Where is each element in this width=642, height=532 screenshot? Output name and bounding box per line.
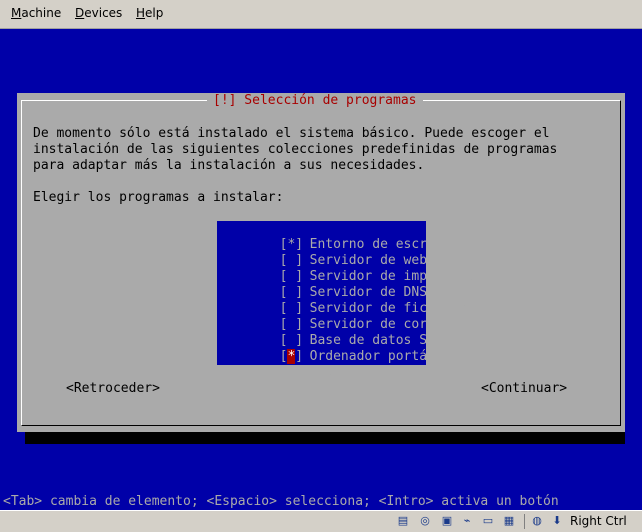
list-item[interactable]: [*] Ordenador portátil — [217, 333, 451, 364]
statusbar-divider — [524, 514, 525, 529]
list-item[interactable]: [ ] Servidor de correo — [217, 301, 451, 332]
network-icon[interactable]: ▦ — [502, 514, 516, 528]
description-line-3: para adaptar más la instalación a sus ne… — [33, 158, 425, 173]
menu-devices[interactable]: Devices — [75, 6, 122, 20]
help-line: <Tab> cambia de elemento; <Espacio> sele… — [3, 494, 559, 509]
continue-button[interactable]: <Continuar> — [481, 381, 567, 397]
list-item[interactable]: [*] Entorno de escritorio — [217, 221, 474, 252]
description-line-2: instalación de las siguientes coleccione… — [33, 142, 558, 157]
menu-machine[interactable]: Machine — [11, 6, 61, 20]
list-item[interactable]: [ ] Servidor de web — [217, 237, 427, 268]
status-bar: ▤ ◎ ▣ ⌁ ▭ ▦ ◍ ⬇ Right Ctrl — [0, 510, 642, 532]
usb-icon[interactable]: ⌁ — [460, 514, 474, 528]
description-line-1: De momento sólo está instalado el sistem… — [33, 126, 550, 141]
software-list: [*] Entorno de escritorio [ ] Servidor de … — [217, 221, 482, 380]
mouse-integration-icon[interactable]: ◍ — [530, 514, 544, 528]
cd-icon[interactable]: ◎ — [418, 514, 432, 528]
list-item[interactable]: [ ] Base de datos SQL — [217, 317, 443, 348]
list-item[interactable]: [ ] Servidor de DNS — [217, 269, 427, 300]
selection-prompt: Elegir los programas a instalar: — [33, 190, 284, 205]
host-key-label: Right Ctrl — [570, 514, 627, 528]
list-item[interactable]: [ ] Servidor de ficheros — [217, 285, 467, 316]
list-item[interactable]: [ ] Servidor de impresoras — [217, 253, 482, 284]
hard-disk-icon[interactable]: ▤ — [396, 514, 410, 528]
keyboard-capture-icon[interactable]: ⬇ — [550, 514, 564, 528]
shared-folder-icon[interactable]: ▭ — [481, 514, 495, 528]
checkbox[interactable]: [*] — [280, 365, 310, 381]
back-button[interactable]: <Retroceder> — [66, 381, 160, 397]
software-selection-dialog: [!] Selección de programas De momento só… — [17, 93, 625, 432]
list-item-label: Sistema estándar — [309, 365, 435, 380]
vm-console[interactable]: [!] Selección de programas De momento só… — [0, 29, 642, 510]
menu-help[interactable]: Help — [136, 6, 163, 20]
menu-bar: Machine Devices Help — [0, 0, 642, 29]
list-item[interactable]: [*] Sistema estándar — [217, 349, 435, 380]
dialog-title: [!] Selección de programas — [207, 93, 423, 109]
floppy-icon[interactable]: ▣ — [440, 514, 454, 528]
